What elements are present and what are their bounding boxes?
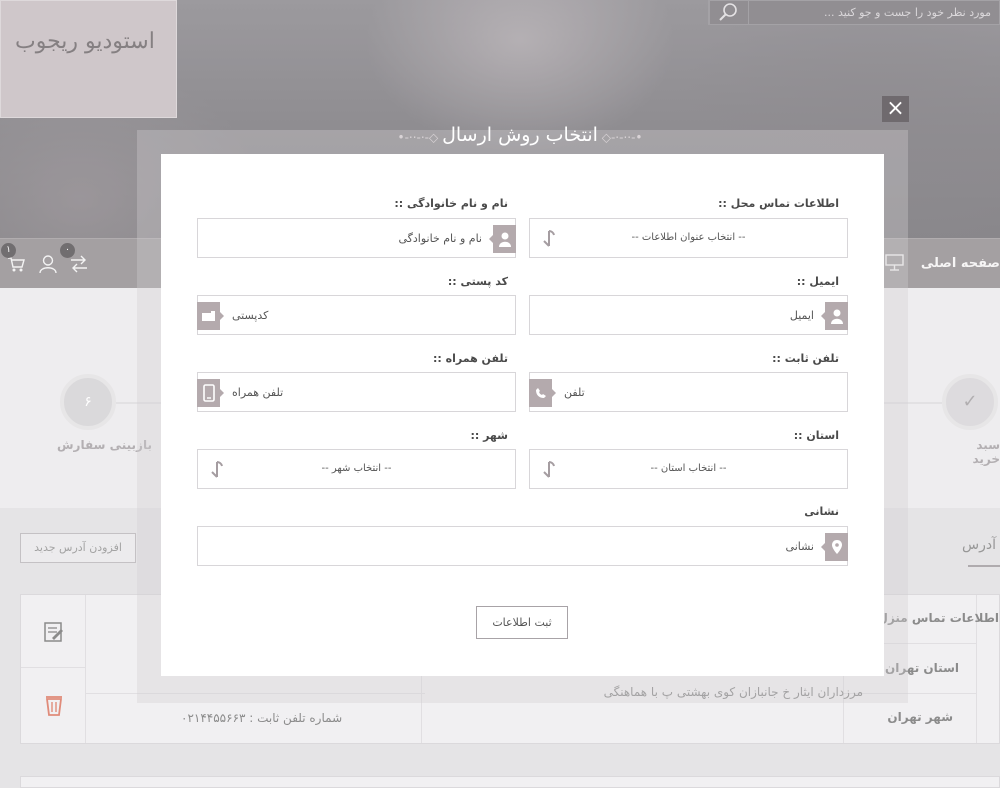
contact-info-label: اطلاعات تماس محل :: [718, 197, 839, 210]
city-select[interactable]: -- انتخاب شهر -- [197, 449, 516, 489]
mobile-icon [197, 379, 224, 407]
province-label: استان :: [793, 429, 839, 442]
address-field[interactable]: نشانی [197, 526, 848, 566]
city-label: شهر :: [470, 429, 508, 442]
full-name-field[interactable]: نام و نام خانوادگی [197, 218, 516, 258]
province-select[interactable]: -- انتخاب استان -- [529, 449, 848, 489]
chevron-down-icon [211, 461, 223, 478]
chevron-down-icon [543, 461, 555, 478]
phone-icon [529, 379, 556, 407]
email-field[interactable]: ایمیل [529, 295, 848, 335]
postal-code-field[interactable]: کدپستی [197, 295, 516, 335]
mobile-label: تلفن همراه :: [432, 352, 508, 365]
postal-code-placeholder: کدپستی [232, 309, 269, 322]
mobile-placeholder: تلفن همراه [232, 386, 284, 399]
full-name-placeholder: نام و نام خانوادگی [398, 232, 482, 245]
contact-info-selected: -- انتخاب عنوان اطلاعات -- [631, 232, 746, 243]
full-name-label: نام و نام خانوادگی :: [394, 197, 508, 210]
email-placeholder: ایمیل [789, 309, 814, 322]
phone-label: تلفن ثابت :: [772, 352, 839, 365]
modal-title: انتخاب روش ارسال [442, 124, 598, 146]
mobile-field[interactable]: تلفن همراه [197, 372, 516, 412]
title-ornament-icon: ◇-·-··-• [397, 130, 439, 145]
city-selected: -- انتخاب شهر -- [321, 463, 392, 474]
mailbox-icon [197, 302, 224, 330]
title-ornament-icon: •-··-·-◇ [601, 130, 643, 145]
address-label: نشانی [804, 505, 839, 518]
postal-code-label: کد پستی :: [447, 275, 508, 288]
close-button[interactable]: × [882, 96, 909, 122]
user-icon [821, 302, 848, 330]
province-selected: -- انتخاب استان -- [650, 463, 727, 474]
contact-info-select[interactable]: -- انتخاب عنوان اطلاعات -- [529, 218, 848, 258]
phone-placeholder: تلفن [564, 386, 585, 399]
chevron-down-icon [543, 230, 555, 247]
location-pin-icon [821, 533, 848, 561]
modal-header: •-··-·-◇ انتخاب روش ارسال ◇-·-··-• [300, 124, 740, 152]
email-label: ایمیل :: [796, 275, 839, 288]
address-placeholder: نشانی [785, 540, 814, 553]
phone-field[interactable]: تلفن [529, 372, 848, 412]
user-icon [489, 225, 516, 253]
submit-button[interactable]: ثبت اطلاعات [476, 606, 568, 639]
